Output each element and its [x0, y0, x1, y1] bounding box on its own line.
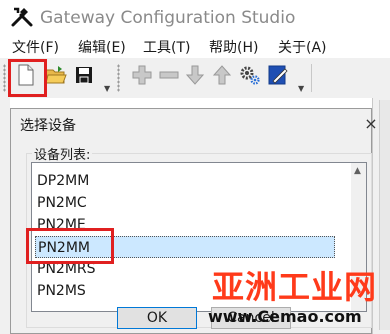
- window-title: Gateway Configuration Studio: [40, 8, 296, 28]
- move-up-button[interactable]: [210, 62, 234, 88]
- menu-help[interactable]: 帮助(H): [209, 38, 258, 58]
- dialog-title: 选择设备: [20, 118, 76, 134]
- watermark-text: 亚洲工业网: [212, 268, 378, 306]
- move-down-button[interactable]: [183, 62, 207, 88]
- toolbar: ▼ ▼: [0, 58, 390, 98]
- menu-tools[interactable]: 工具(T): [143, 38, 190, 58]
- edit-button[interactable]: [266, 62, 290, 88]
- main-window-left-edge: [0, 98, 10, 334]
- toolbar-overflow-icon-2[interactable]: ▼: [298, 84, 304, 93]
- remove-icon: [159, 71, 179, 79]
- move-down-icon: [185, 65, 205, 85]
- open-folder-icon: [45, 66, 67, 84]
- highlight-selected-item: [26, 228, 114, 264]
- list-item[interactable]: DP2MM: [35, 170, 89, 192]
- watermark-url: www.Cemao.com: [208, 307, 362, 326]
- settings-button[interactable]: [238, 62, 262, 88]
- save-icon: [76, 67, 92, 84]
- title-bar: Gateway Configuration Studio: [0, 0, 390, 38]
- close-icon[interactable]: ×: [358, 112, 384, 134]
- ok-button[interactable]: OK: [117, 307, 197, 329]
- menu-about[interactable]: 关于(A): [278, 38, 327, 58]
- list-item[interactable]: PN2MS: [35, 280, 86, 302]
- menu-file[interactable]: 文件(F): [12, 38, 59, 58]
- remove-button[interactable]: [157, 62, 181, 88]
- watermark: 亚洲工业网 www.Cemao.com: [208, 262, 384, 334]
- move-up-icon: [212, 65, 232, 85]
- add-button[interactable]: [130, 62, 154, 88]
- save-button[interactable]: [72, 62, 96, 88]
- add-icon: [132, 65, 152, 85]
- list-item[interactable]: PN2MC: [35, 192, 87, 214]
- menu-edit[interactable]: 编辑(E): [78, 38, 126, 58]
- toolbar-separator: [311, 64, 313, 92]
- edit-icon: [268, 65, 288, 85]
- open-button[interactable]: [44, 62, 68, 88]
- toolbar-grip-2[interactable]: [117, 64, 120, 92]
- toolbar-grip[interactable]: [3, 64, 6, 92]
- tools-icon: [11, 7, 33, 27]
- device-list-label: 设备列表:: [32, 144, 93, 163]
- highlight-new-file: [8, 59, 47, 97]
- menu-bar: 文件(F) 编辑(E) 工具(T) 帮助(H) 关于(A): [0, 38, 390, 58]
- toolbar-overflow-icon[interactable]: ▼: [104, 84, 110, 93]
- scroll-up-arrow-icon[interactable]: ▲: [354, 166, 361, 176]
- settings-icon: [240, 66, 260, 85]
